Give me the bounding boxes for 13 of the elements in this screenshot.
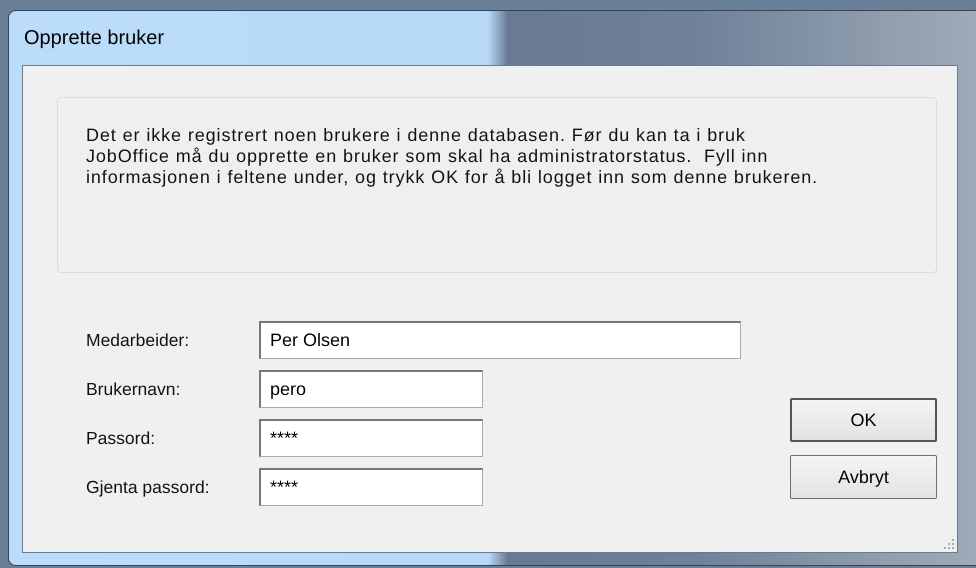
cancel-button[interactable]: Avbryt	[790, 455, 937, 499]
input-field[interactable]: Per Olsen	[259, 321, 741, 359]
field-label: Brukernavn:	[86, 378, 182, 400]
message-text: Det er ikke registrert noen brukere i denne databasen. Før du kan ta i bruk JobOffice må du opprette en bruker som skal ha administratorstatus. Fyll inn informasjonen i feltene under, og trykk OK for å bli logget inn som denne brukeren.	[86, 125, 820, 188]
resize-grip-icon[interactable]	[944, 539, 954, 549]
field-label: Passord:	[86, 428, 156, 448]
ok-button[interactable]: OK	[790, 398, 937, 442]
input-field[interactable]: ****	[259, 468, 483, 506]
field-label: Medarbeider:	[86, 330, 190, 350]
field-label: Gjenta passord:	[86, 476, 211, 498]
input-field[interactable]: pero	[259, 370, 483, 408]
input-field[interactable]: ****	[259, 419, 483, 457]
window-title: Opprette bruker	[23, 26, 164, 50]
